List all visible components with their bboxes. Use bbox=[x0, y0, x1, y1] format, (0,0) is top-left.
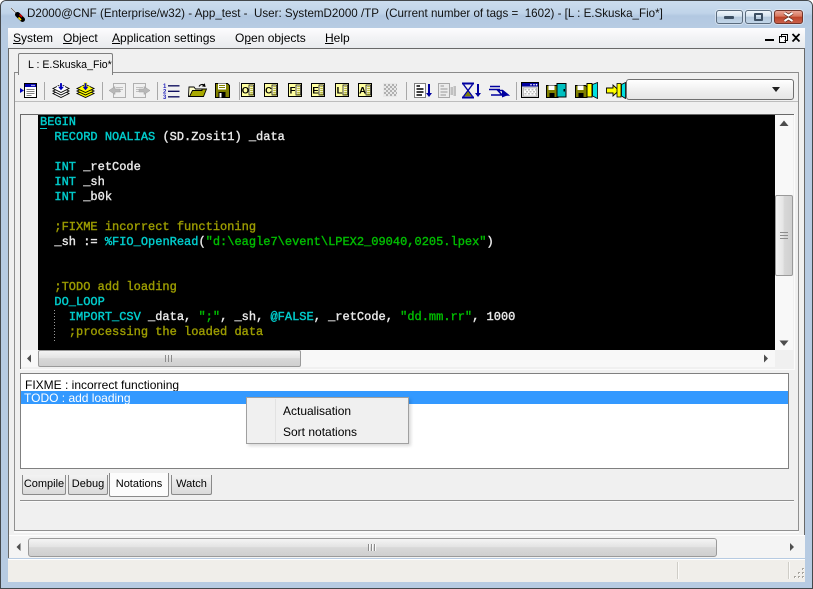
svg-text:L: L bbox=[337, 86, 343, 97]
svg-text:F: F bbox=[290, 86, 296, 97]
svg-text:E: E bbox=[312, 86, 318, 97]
svg-text:3: 3 bbox=[163, 95, 167, 100]
svg-text:O: O bbox=[242, 86, 249, 97]
svg-text:A: A bbox=[359, 86, 366, 97]
svg-text:C: C bbox=[265, 86, 272, 97]
